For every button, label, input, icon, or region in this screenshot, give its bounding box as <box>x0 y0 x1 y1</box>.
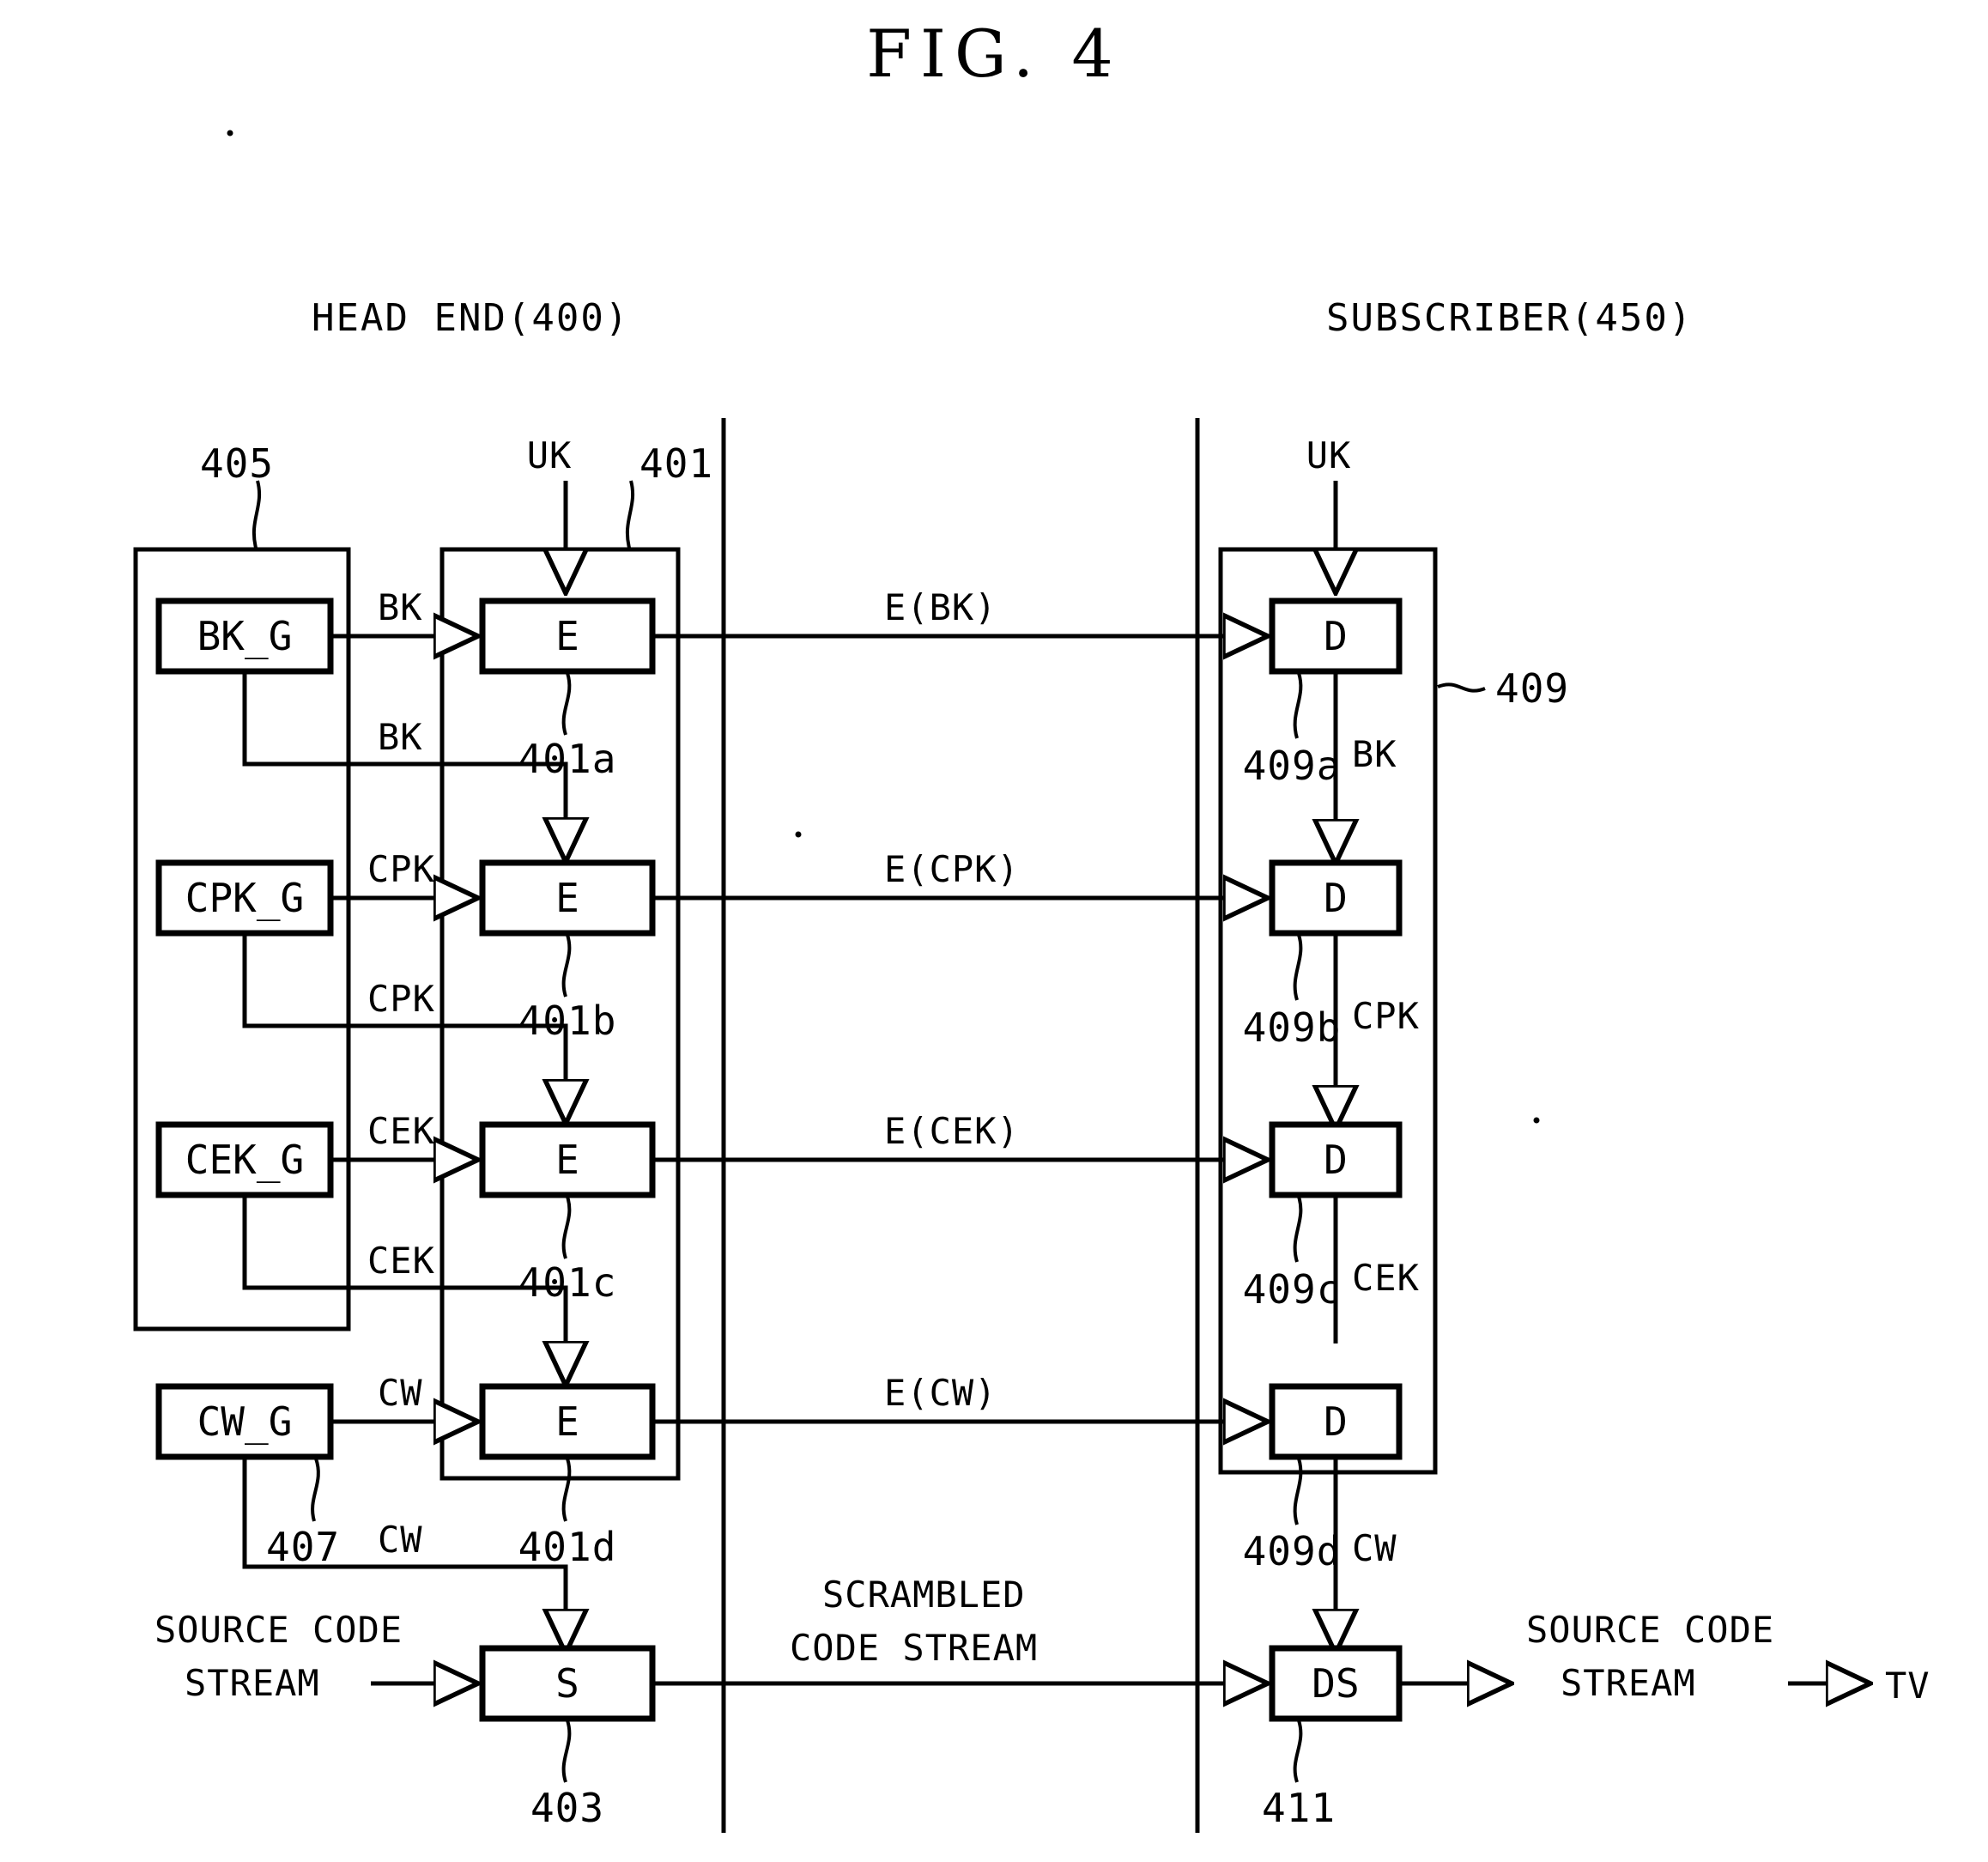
uk-label-headend: UK <box>527 434 573 476</box>
encryptor-label-401b: E <box>555 875 579 921</box>
uk-label-subscriber: UK <box>1306 434 1352 476</box>
leader-405 <box>252 480 262 549</box>
cw-label-row4: CW <box>378 1372 423 1414</box>
cpk-generator-label: CPK_G <box>185 875 304 921</box>
leader-401 <box>625 480 635 549</box>
leader-407 <box>311 1458 320 1522</box>
cek-label-subscriber: CEK <box>1352 1257 1420 1299</box>
cw-label-feedback: CW <box>378 1519 423 1561</box>
ref-411: 411 <box>1262 1785 1336 1831</box>
decryptor-label-409a: D <box>1324 613 1348 659</box>
source-stream-in-line1: SOURCE CODE <box>155 1609 403 1651</box>
channel-label-ecek: E(CEK) <box>884 1110 1020 1152</box>
scrambled-label-line2: CODE STREAM <box>790 1627 1038 1669</box>
cpk-label-feedback: CPK <box>367 978 435 1020</box>
bk-label-row1: BK <box>378 586 423 628</box>
source-stream-out-line1: SOURCE CODE <box>1526 1609 1774 1651</box>
head-end-header: HEAD END(400) <box>312 296 629 340</box>
leader-401d <box>561 1458 572 1522</box>
leader-401b <box>561 934 572 998</box>
ref-409c: 409c <box>1243 1266 1342 1313</box>
channel-label-ecpk: E(CPK) <box>884 848 1020 890</box>
source-stream-in-line2: STREAM <box>185 1662 320 1704</box>
ref-403: 403 <box>530 1785 604 1831</box>
ref-401: 401 <box>639 440 713 487</box>
diagram-svg: HEAD END(400) SUBSCRIBER(450) 405 401 40… <box>133 130 1930 1833</box>
bk-label-feedback: BK <box>378 716 423 758</box>
bk-label-subscriber: BK <box>1352 733 1397 775</box>
channel-label-ebk: E(BK) <box>884 586 997 628</box>
cpk-label-row2: CPK <box>367 848 435 890</box>
ref-407: 407 <box>266 1524 340 1570</box>
bk-feedback-path <box>242 671 566 861</box>
scrambler-label: S <box>555 1660 579 1707</box>
cpk-feedback-path <box>242 933 566 1123</box>
scan-speck-1 <box>227 130 233 136</box>
leader-401c <box>561 1196 572 1259</box>
encryptor-label-401c: E <box>555 1137 579 1183</box>
encryptor-label-401d: E <box>555 1398 579 1445</box>
scan-speck-3 <box>1533 1117 1540 1124</box>
cw-generator-label: CW_G <box>197 1398 293 1445</box>
leader-411 <box>1293 1719 1303 1783</box>
encryptor-label-401a: E <box>555 613 579 659</box>
ref-409b: 409b <box>1243 1004 1342 1051</box>
subscriber-header: SUBSCRIBER(450) <box>1326 296 1693 340</box>
leader-409d <box>1293 1458 1303 1525</box>
leader-409 <box>1437 682 1486 693</box>
ref-401d: 401d <box>518 1524 617 1570</box>
cpk-label-subscriber: CPK <box>1352 995 1420 1037</box>
ref-409d: 409d <box>1243 1528 1342 1574</box>
leader-409a <box>1293 672 1303 739</box>
channel-label-ecw: E(CW) <box>884 1372 997 1414</box>
cek-label-feedback: CEK <box>367 1240 435 1282</box>
ref-409a: 409a <box>1243 743 1342 789</box>
ref-405: 405 <box>200 440 274 487</box>
tv-label: TV <box>1885 1665 1930 1707</box>
source-stream-out-line2: STREAM <box>1561 1662 1696 1704</box>
bk-generator-label: BK_G <box>197 613 293 659</box>
cw-label-subscriber: CW <box>1352 1527 1397 1569</box>
scan-speck-2 <box>795 831 802 838</box>
decryptor-label-409b: D <box>1324 875 1348 921</box>
decryptor-label-409d: D <box>1324 1398 1348 1445</box>
leader-403 <box>561 1719 572 1783</box>
cek-feedback-path <box>242 1195 566 1385</box>
ref-409: 409 <box>1495 665 1569 712</box>
scrambled-label-line1: SCRAMBLED <box>822 1574 1026 1616</box>
decryptor-label-409c: D <box>1324 1137 1348 1183</box>
cek-label-row3: CEK <box>367 1110 435 1152</box>
cek-generator-label: CEK_G <box>185 1137 304 1183</box>
figure-canvas: FIG. 4 HEAD END(400) SUBSCRIBER(450) 405… <box>0 0 1988 1862</box>
leader-401a <box>561 672 572 736</box>
leader-409b <box>1293 934 1303 1001</box>
leader-409c <box>1293 1196 1303 1263</box>
descrambler-label: DS <box>1312 1660 1359 1707</box>
